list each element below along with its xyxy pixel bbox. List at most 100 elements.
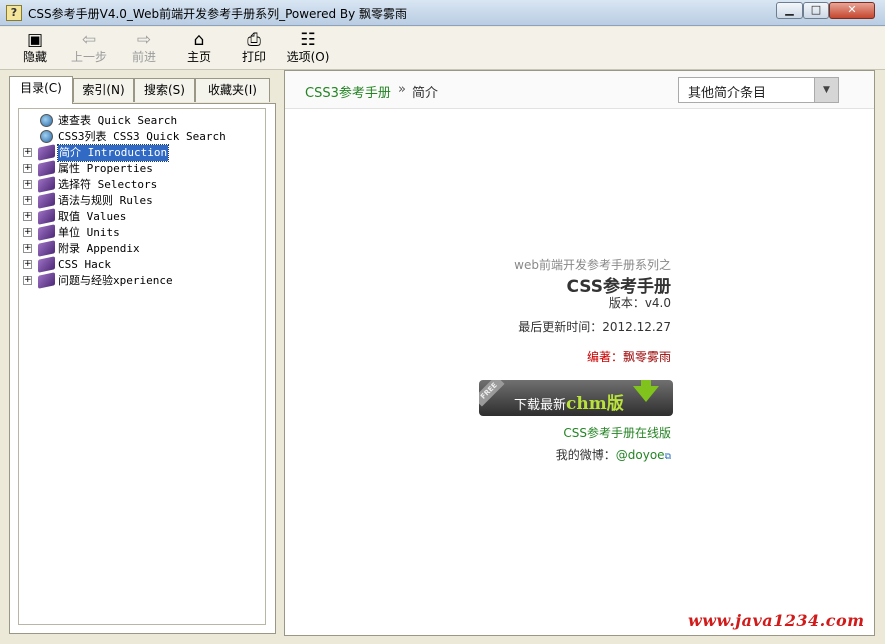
download-arrow-icon bbox=[633, 386, 659, 402]
book-icon bbox=[38, 240, 55, 257]
minimize-button[interactable]: ▁ bbox=[776, 2, 803, 19]
hide-pane-icon: ▣ bbox=[26, 30, 44, 50]
tree-item-css3-quick-search[interactable]: CSS3列表 CSS3 Quick Search bbox=[19, 129, 265, 145]
tab-index[interactable]: 索引(N) bbox=[73, 78, 134, 102]
options-button-label: 选项(O) bbox=[286, 50, 330, 64]
forward-arrow-icon: ⇨ bbox=[136, 30, 152, 50]
home-button-label: 主页 bbox=[186, 50, 211, 64]
expand-toggle-icon[interactable]: + bbox=[23, 180, 32, 189]
free-badge: FREE bbox=[479, 380, 505, 407]
contents-tree-panel: 速查表 Quick Search CSS3列表 CSS3 Quick Searc… bbox=[9, 103, 276, 634]
breadcrumb-separator: » bbox=[398, 82, 406, 97]
tree-item-rules[interactable]: + 语法与规则 Rules bbox=[19, 192, 265, 209]
tree-item-introduction[interactable]: + 简介 Introduction bbox=[19, 144, 265, 162]
book-icon bbox=[38, 176, 55, 193]
expand-toggle-icon[interactable]: + bbox=[23, 196, 32, 205]
download-chm-button[interactable]: FREE 下载最新chm版 bbox=[479, 380, 673, 416]
tab-contents[interactable]: 目录(C) bbox=[9, 76, 73, 104]
book-icon bbox=[38, 192, 55, 209]
book-icon bbox=[38, 224, 55, 241]
window-title: CSS参考手册V4.0_Web前端开发参考手册系列_Powered By 飘零雾… bbox=[28, 7, 408, 21]
download-text: 下载最新 bbox=[514, 398, 567, 413]
tree-item-units[interactable]: + 单位 Units bbox=[19, 224, 265, 241]
entry-select-value: 其他简介条目 bbox=[688, 86, 767, 101]
editor-label: 编著： bbox=[586, 350, 623, 364]
tree-item-label: 附录 Appendix bbox=[58, 242, 140, 255]
navigation-pane: 目录(C) 索引(N) 搜索(S) 收藏夹(I) 速查表 Quick Searc… bbox=[9, 76, 276, 634]
download-highlight: chm版 bbox=[566, 394, 624, 414]
book-icon bbox=[38, 256, 55, 273]
tree-item-quick-search[interactable]: 速查表 Quick Search bbox=[19, 113, 265, 129]
printer-icon: ⎙ bbox=[247, 30, 261, 50]
home-icon: ⌂ bbox=[193, 30, 205, 50]
toolbar: ▣ 隐藏 ⇦ 上一步 ⇨ 前进 ⌂ 主页 ⎙ 打印 ☷ 选项(O) bbox=[0, 27, 885, 70]
pane-splitter[interactable] bbox=[276, 70, 284, 644]
watermark-text: www.java1234.com bbox=[688, 611, 865, 630]
series-text: web前端开发参考手册系列之 bbox=[514, 258, 671, 272]
tree-item-appendix[interactable]: + 附录 Appendix bbox=[19, 240, 265, 257]
entry-select[interactable]: 其他简介条目 ▼ bbox=[678, 77, 839, 103]
expand-toggle-icon[interactable]: + bbox=[23, 228, 32, 237]
maximize-button[interactable]: □ bbox=[803, 2, 829, 19]
book-icon bbox=[38, 160, 55, 177]
content-pane: CSS3参考手册 » 简介 其他简介条目 ▼ web前端开发参考手册系列之 CS… bbox=[284, 70, 875, 636]
nav-tabs: 目录(C) 索引(N) 搜索(S) 收藏夹(I) bbox=[9, 76, 276, 104]
options-button[interactable]: ☷ 选项(O) bbox=[285, 30, 331, 68]
forward-button[interactable]: ⇨ 前进 bbox=[121, 30, 167, 68]
tree-item-label: CSS Hack bbox=[58, 258, 111, 271]
print-button[interactable]: ⎙ 打印 bbox=[231, 30, 277, 68]
print-button-label: 打印 bbox=[241, 50, 266, 64]
close-button[interactable]: ✕ bbox=[829, 2, 875, 19]
weibo-link[interactable]: @doyoe bbox=[616, 448, 665, 462]
back-button[interactable]: ⇦ 上一步 bbox=[66, 30, 112, 68]
editor-line: 编著：飘零雾雨 bbox=[587, 348, 671, 365]
expand-toggle-icon[interactable]: + bbox=[23, 212, 32, 221]
book-icon bbox=[38, 144, 55, 161]
book-icon bbox=[38, 272, 55, 289]
globe-page-icon bbox=[40, 114, 53, 127]
tree-item-label: 语法与规则 Rules bbox=[58, 194, 153, 207]
online-version-link[interactable]: CSS参考手册在线版 bbox=[563, 424, 671, 441]
tree-item-label: 属性 Properties bbox=[58, 162, 153, 175]
download-label: 下载最新chm版 bbox=[514, 389, 624, 414]
expand-toggle-icon[interactable]: + bbox=[23, 148, 32, 157]
tree-item-selectors[interactable]: + 选择符 Selectors bbox=[19, 176, 265, 193]
tree-item-label: 选择符 Selectors bbox=[58, 178, 158, 191]
home-button[interactable]: ⌂ 主页 bbox=[176, 30, 222, 68]
expand-toggle-icon[interactable]: + bbox=[23, 164, 32, 173]
hide-button[interactable]: ▣ 隐藏 bbox=[12, 30, 58, 68]
chevron-down-icon: ▼ bbox=[814, 78, 838, 102]
weibo-label: 我的微博： bbox=[555, 448, 616, 462]
back-arrow-icon: ⇦ bbox=[81, 30, 97, 50]
tree-item-values[interactable]: + 取值 Values bbox=[19, 208, 265, 225]
expand-toggle-icon[interactable]: + bbox=[23, 276, 32, 285]
tab-search[interactable]: 搜索(S) bbox=[134, 78, 195, 102]
tree-item-label: 简介 Introduction bbox=[56, 144, 170, 162]
editor-name: 飘零雾雨 bbox=[622, 350, 671, 364]
breadcrumb: CSS3参考手册 » 简介 其他简介条目 ▼ bbox=[285, 71, 874, 109]
tree-item-properties[interactable]: + 属性 Properties bbox=[19, 160, 265, 177]
breadcrumb-current: 简介 bbox=[412, 86, 439, 101]
expand-toggle-icon[interactable]: + bbox=[23, 260, 32, 269]
breadcrumb-home-link[interactable]: CSS3参考手册 bbox=[305, 82, 391, 101]
tab-favorites[interactable]: 收藏夹(I) bbox=[195, 78, 270, 102]
tree-item-css-hack[interactable]: + CSS Hack bbox=[19, 256, 265, 273]
contents-tree[interactable]: 速查表 Quick Search CSS3列表 CSS3 Quick Searc… bbox=[18, 108, 266, 625]
tree-item-label: 速查表 Quick Search bbox=[58, 114, 178, 127]
globe-page-icon bbox=[40, 130, 53, 143]
window-titlebar: ? CSS参考手册V4.0_Web前端开发参考手册系列_Powered By 飘… bbox=[0, 0, 885, 26]
external-link-icon: ⧉ bbox=[664, 452, 671, 462]
tree-item-label: 问题与经验xperience bbox=[58, 274, 173, 287]
back-button-label: 上一步 bbox=[70, 50, 107, 64]
tree-item-label: 取值 Values bbox=[58, 210, 127, 223]
forward-button-label: 前进 bbox=[131, 50, 156, 64]
tree-item-label: CSS3列表 CSS3 Quick Search bbox=[58, 130, 226, 143]
options-icon: ☷ bbox=[300, 30, 316, 50]
weibo-line: 我的微博：@doyoe⧉ bbox=[556, 446, 671, 463]
help-file-icon: ? bbox=[6, 5, 22, 21]
expand-toggle-icon[interactable]: + bbox=[23, 244, 32, 253]
tree-item-experience[interactable]: + 问题与经验xperience bbox=[19, 272, 265, 289]
book-icon bbox=[38, 208, 55, 225]
tree-item-label: 单位 Units bbox=[58, 226, 120, 239]
version-text: 版本：v4.0 bbox=[608, 296, 671, 310]
